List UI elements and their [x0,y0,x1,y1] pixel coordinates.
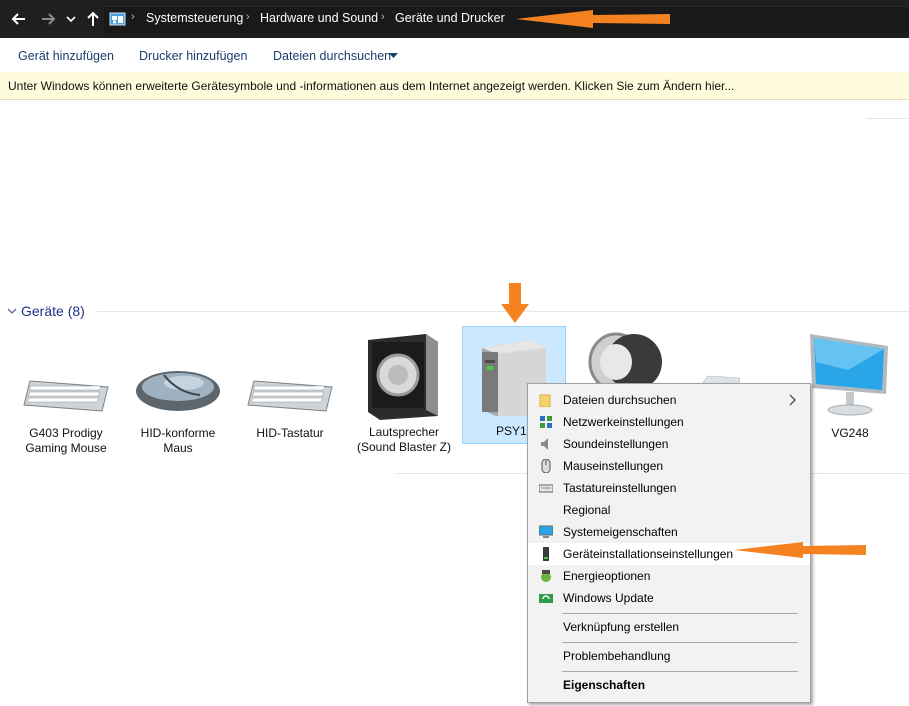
keyboard-icon [23,380,109,412]
back-arrow-icon[interactable] [9,9,29,29]
device-name-line2: Maus [163,441,193,455]
device-name-line1: Lautsprecher [368,425,440,439]
menu-item-verknuepfung-erstellen[interactable]: Verknüpfung erstellen [528,616,810,638]
add-device-button[interactable]: Gerät hinzufügen [18,49,114,63]
power-options-icon [541,570,551,582]
menu-item-regional[interactable]: Regional [528,499,810,521]
mouse-icon [541,459,551,473]
recent-locations-chevron-down-icon[interactable] [64,9,78,29]
dropdown-caret-icon[interactable] [389,53,398,59]
control-panel-icon [109,12,126,26]
devices-group-label: Geräte (8) [21,303,85,319]
menu-separator [562,613,798,614]
speaker-icon [368,334,438,420]
speaker-icon [541,438,548,450]
monitor-icon [539,525,553,538]
device-name-line1: HID-konforme [140,426,216,440]
breadcrumb-separator: › [131,11,135,23]
browse-files-button[interactable]: Dateien durchsuchen [273,49,391,63]
menu-item-dateien-durchsuchen[interactable]: Dateien durchsuchen [528,389,810,411]
device-lautsprecher-sound-blaster-z[interactable]: Lautsprecher (Sound Blaster Z) [352,332,456,462]
menu-separator [562,642,798,643]
device-name-line2: Gaming Mouse [25,441,107,455]
menu-item-tastatureinstellungen[interactable]: Tastatureinstellungen [528,477,810,499]
windows-update-icon [539,594,553,603]
orange-annotation-arrow-icon [516,10,670,28]
network-icon [540,416,552,428]
keyboard-icon [539,484,553,493]
menu-item-netzwerkeinstellungen[interactable]: Netzwerkeinstellungen [528,411,810,433]
menu-item-energieoptionen[interactable]: Energieoptionen [528,565,810,587]
computer-tower-icon [543,547,549,561]
device-name-line2: (Sound Blaster Z) [356,440,452,454]
collapse-chevron-icon[interactable] [7,307,17,315]
address-bar: › Systemsteuerung › Hardware und Sound ›… [0,0,909,38]
breadcrumb-geraete-und-drucker[interactable]: Geräte und Drucker [395,11,505,25]
device-name-line1: VG248 [831,426,869,440]
keyboard-icon [247,380,333,412]
info-bar[interactable]: Unter Windows können erweiterte Gerätesy… [0,72,909,100]
menu-item-windows-update[interactable]: Windows Update [528,587,810,609]
menu-separator [562,671,798,672]
breadcrumb-systemsteuerung[interactable]: Systemsteuerung [146,11,243,25]
monitor-icon [810,334,888,416]
forward-arrow-icon[interactable] [38,9,58,29]
info-bar-text[interactable]: Unter Windows können erweiterte Gerätesy… [8,79,734,93]
divider [866,118,909,119]
device-vg248[interactable]: VG248 [802,332,898,452]
device-g403-prodigy-gaming-mouse[interactable]: G403 Prodigy Gaming Mouse [16,372,116,462]
menu-item-problembehandlung[interactable]: Problembehandlung [528,645,810,667]
menu-item-eigenschaften[interactable]: Eigenschaften [528,674,810,696]
menu-item-mauseinstellungen[interactable]: Mauseinstellungen [528,455,810,477]
orange-annotation-arrow-icon [734,542,866,558]
breadcrumb-hardware-und-sound[interactable]: Hardware und Sound [260,11,378,25]
folder-icon [539,394,551,407]
device-hid-konforme-maus[interactable]: HID-konforme Maus [128,360,228,460]
orange-annotation-down-arrow-icon [501,283,529,323]
up-arrow-icon[interactable] [83,9,103,29]
device-name-line1: HID-Tastatur [256,426,324,440]
breadcrumb-separator: › [246,11,250,23]
breadcrumb-separator: › [381,11,385,23]
add-printer-button[interactable]: Drucker hinzufügen [139,49,247,63]
command-bar: Gerät hinzufügen Drucker hinzufügen Date… [0,38,909,73]
menu-item-soundeinstellungen[interactable]: Soundeinstellungen [528,433,810,455]
submenu-chevron-right-icon [789,394,796,406]
device-hid-tastatur[interactable]: HID-Tastatur [240,372,340,452]
mouse-icon [136,371,220,411]
device-name-line1: G403 Prodigy [29,426,103,440]
